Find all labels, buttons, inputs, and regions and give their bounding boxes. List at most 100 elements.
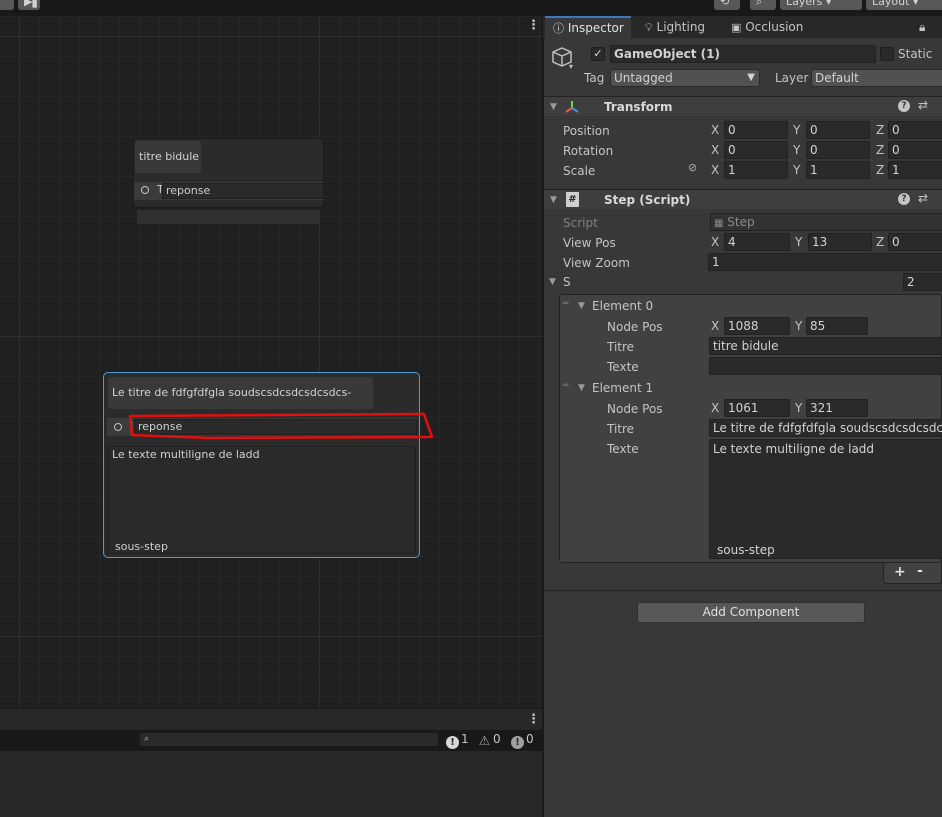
- settings-sliders-icon[interactable]: ⇄: [918, 98, 928, 112]
- view-zoom-label: View Zoom: [563, 256, 630, 270]
- console-search-input[interactable]: ⌕: [139, 732, 439, 747]
- script-label: Script: [563, 216, 598, 230]
- node-pos-y-field[interactable]: 321: [806, 399, 868, 417]
- enabled-checkbox[interactable]: [583, 193, 595, 205]
- scale-z-field[interactable]: 1: [888, 161, 942, 179]
- axis-y-label: Y: [793, 143, 801, 157]
- error-icon: !: [511, 736, 524, 749]
- transform-header[interactable]: ▼ Transform ? ⇄: [544, 96, 942, 116]
- info-counter[interactable]: ! 1: [446, 731, 469, 749]
- step-node-1[interactable]: titre bidule T reponse: [133, 138, 324, 208]
- view-zoom-field[interactable]: 1: [708, 253, 942, 271]
- settings-sliders-icon[interactable]: ⇄: [918, 191, 928, 205]
- element-1-header[interactable]: Element 1: [592, 380, 653, 396]
- axis-x-label: X: [711, 319, 720, 333]
- graph-menu-icon[interactable]: ⋮: [527, 19, 540, 32]
- icon-dropdown-caret[interactable]: ▾: [569, 62, 573, 71]
- step-node-2[interactable]: Le titre de fdfgfdfgla soudscsdcsdcsdcsd…: [103, 372, 420, 558]
- transform-icon: [565, 101, 579, 113]
- console-menu-icon[interactable]: ⋮: [527, 713, 540, 726]
- top-toolbar: ▶▌ ⟲ ⌕ Layers ▾ Layout ▾: [0, 0, 942, 12]
- scale-y-field[interactable]: 1: [806, 161, 870, 179]
- occlusion-icon: ▣: [731, 21, 742, 34]
- warning-counter[interactable]: ⚠ 0: [478, 731, 501, 748]
- node-text-area[interactable]: Le texte multiligne de ladd sous-step: [107, 446, 416, 554]
- tab-lighting[interactable]: 💡︎ Lighting: [645, 16, 725, 38]
- rotation-z-field[interactable]: 0: [888, 141, 942, 159]
- rotation-x-field[interactable]: 0: [724, 141, 788, 159]
- tag-value: Untagged: [614, 71, 673, 85]
- search-icon[interactable]: ⌕: [750, 0, 776, 10]
- remove-element-button[interactable]: -: [917, 563, 923, 579]
- add-component-button[interactable]: Add Component: [637, 602, 865, 623]
- error-counter[interactable]: ! 0: [511, 731, 534, 749]
- position-z-field[interactable]: 0: [888, 121, 942, 139]
- rotation-y-field[interactable]: 0: [806, 141, 870, 159]
- static-checkbox[interactable]: [880, 47, 894, 61]
- add-element-button[interactable]: +: [894, 564, 906, 580]
- lock-icon[interactable]: 🔒︎: [919, 16, 933, 38]
- drag-handle-icon[interactable]: ═: [563, 300, 568, 309]
- axis-x-label: X: [711, 163, 720, 177]
- gameobject-name-field[interactable]: GameObject (1): [610, 45, 876, 63]
- position-y-field[interactable]: 0: [806, 121, 870, 139]
- view-pos-z-field[interactable]: 0: [888, 233, 942, 251]
- help-icon[interactable]: ?: [898, 193, 910, 205]
- titre-label: Titre: [607, 422, 635, 436]
- script-file-icon: #: [566, 192, 579, 207]
- error-count: 0: [526, 732, 534, 746]
- node-title[interactable]: Le titre de fdfgfdfgla soudscsdcsdcsdcsd…: [108, 377, 373, 431]
- tab-inspector[interactable]: ⓘ Inspector: [545, 16, 631, 38]
- step-button[interactable]: [0, 0, 14, 10]
- layer-dropdown[interactable]: Default: [811, 69, 942, 87]
- collapse-caret-icon[interactable]: ▼: [550, 101, 557, 113]
- help-icon[interactable]: ?: [898, 100, 910, 112]
- titre-field[interactable]: titre bidule: [709, 337, 942, 355]
- texte-label: Texte: [607, 360, 639, 374]
- s-list-count-field[interactable]: 2: [903, 273, 942, 291]
- element-caret-icon[interactable]: ▼: [578, 382, 585, 394]
- next-frame-icon[interactable]: ▶▌: [18, 0, 41, 10]
- titre-field[interactable]: Le titre de fdfgfdfgla soudscsdcsdcsdcs: [709, 419, 942, 437]
- active-checkbox[interactable]: ✓: [591, 47, 605, 61]
- node-pos-x-field[interactable]: 1061: [724, 399, 790, 417]
- texte-textarea[interactable]: Le texte multiligne de ladd sous-step: [709, 439, 942, 559]
- tag-dropdown[interactable]: Untagged ▼: [610, 69, 760, 87]
- graph-view[interactable]: titre bidule T reponse Le titre de fdfgf…: [0, 16, 542, 708]
- console-header: ⋮: [0, 708, 542, 730]
- warning-count: 0: [493, 732, 501, 746]
- node-title[interactable]: titre bidule: [135, 141, 201, 173]
- element-0-header[interactable]: Element 0: [592, 298, 653, 314]
- history-icon[interactable]: ⟲: [714, 0, 740, 10]
- scale-x-field[interactable]: 1: [724, 161, 788, 179]
- layout-dropdown[interactable]: Layout ▾: [866, 0, 942, 10]
- tag-label: Tag: [584, 71, 605, 85]
- drag-handle-icon[interactable]: ═: [563, 382, 568, 391]
- position-x-field[interactable]: 0: [724, 121, 788, 139]
- list-footer: + -: [883, 563, 942, 584]
- view-pos-y-field[interactable]: 13: [808, 233, 872, 251]
- transform-title: Transform: [604, 100, 673, 114]
- port-label-field[interactable]: reponse: [162, 183, 324, 199]
- constrain-proportions-icon[interactable]: ⊘: [688, 161, 697, 174]
- list-caret-icon[interactable]: ▼: [549, 276, 556, 288]
- texte-footer: sous-step: [717, 543, 775, 557]
- collapse-caret-icon[interactable]: ▼: [550, 194, 557, 206]
- axis-z-label: Z: [876, 143, 885, 157]
- layers-label: Layers: [786, 0, 823, 8]
- layers-dropdown[interactable]: Layers ▾: [780, 0, 862, 10]
- tab-occlusion[interactable]: ▣ Occlusion: [731, 16, 821, 38]
- node-pos-x-field[interactable]: 1088: [724, 317, 790, 335]
- texte-field[interactable]: [709, 357, 942, 375]
- step-script-header[interactable]: ▼ # Step (Script) ? ⇄: [544, 189, 942, 209]
- port-circle-icon[interactable]: [141, 186, 149, 194]
- info-icon: ⓘ: [553, 22, 564, 35]
- element-caret-icon[interactable]: ▼: [578, 300, 585, 312]
- console-body: [0, 750, 542, 817]
- view-pos-x-field[interactable]: 4: [724, 233, 790, 251]
- chevron-down-icon: ▼: [747, 72, 755, 83]
- info-count: 1: [461, 732, 469, 746]
- view-pos-label: View Pos: [563, 236, 616, 250]
- node-pos-y-field[interactable]: 85: [806, 317, 868, 335]
- axis-y-label: Y: [795, 319, 803, 333]
